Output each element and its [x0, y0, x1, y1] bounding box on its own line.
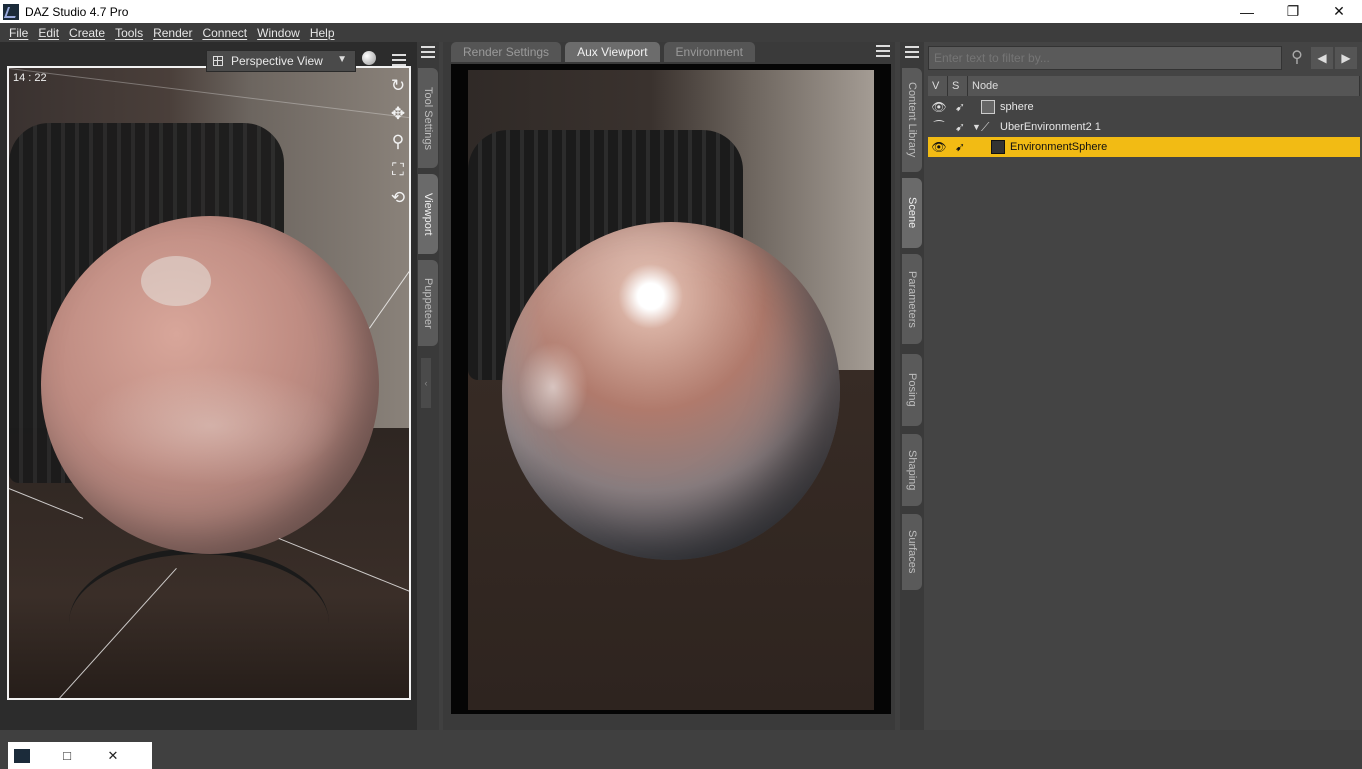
grid-icon [213, 56, 223, 66]
node-label: sphere [1000, 101, 1034, 113]
tab-shaping-label: Shaping [906, 449, 918, 491]
navigation-tools: ↻ ✥ ⚲ ⛶ ⟲ [386, 76, 410, 208]
column-node[interactable]: Node [968, 76, 1360, 96]
aux-viewport[interactable] [451, 64, 891, 714]
tab-shaping[interactable]: Shaping [902, 434, 922, 506]
back-arrow-icon[interactable]: ◀ [1311, 47, 1333, 69]
tab-aux-viewport[interactable]: Aux Viewport [565, 42, 660, 62]
eye-icon[interactable]: 👁 [931, 140, 947, 154]
menu-window[interactable]: Window [252, 26, 305, 40]
pane-menu-icon[interactable] [876, 45, 890, 57]
aux-render-view [468, 70, 874, 710]
select-arrow-icon[interactable]: ➹ [952, 120, 968, 134]
tab-parameters[interactable]: Parameters [902, 254, 922, 344]
draw-style-sphere-icon[interactable] [362, 51, 376, 65]
guide-line [369, 258, 409, 329]
scene-pane: ⚲ ◀ ▶ V S Node 👁 ➹ sphere ⁀ ➹ ▼ ⟋ UberEn… [924, 42, 1362, 730]
tab-posing[interactable]: Posing [902, 354, 922, 426]
aux-rendered-sphere [502, 222, 840, 560]
tab-puppeteer[interactable]: Puppeteer [418, 260, 438, 346]
viewport-chair-base [69, 548, 329, 698]
node-label: EnvironmentSphere [1010, 141, 1108, 153]
node-cube-icon [991, 140, 1005, 154]
daz-app-icon [14, 748, 30, 763]
tab-surfaces[interactable]: Surfaces [902, 514, 922, 590]
tab-tool-settings[interactable]: Tool Settings [418, 68, 438, 168]
reset-icon[interactable]: ⟲ [388, 188, 408, 208]
tab-scene-label: Scene [906, 197, 918, 229]
light-icon: ⟋ [981, 120, 990, 134]
node-cube-icon [981, 100, 995, 114]
chevron-down-icon: ▼ [337, 54, 347, 65]
title-bar: DAZ Studio 4.7 Pro — ❐ ✕ [0, 0, 1362, 23]
tab-scene[interactable]: Scene [902, 178, 922, 248]
tab-environment[interactable]: Environment [663, 42, 755, 62]
scene-row-sphere[interactable]: 👁 ➹ sphere [928, 97, 1360, 117]
menu-connect[interactable]: Connect [197, 26, 252, 40]
menu-help[interactable]: Help [305, 26, 340, 40]
pan-icon[interactable]: ✥ [388, 104, 408, 124]
close-button[interactable]: ✕ [90, 748, 136, 764]
orbit-icon[interactable]: ↻ [388, 76, 408, 96]
menu-edit[interactable]: Edit [33, 26, 64, 40]
tab-viewport[interactable]: Viewport [418, 174, 438, 254]
collapse-handle[interactable]: ‹ [421, 358, 431, 408]
maximize-button[interactable]: □ [44, 748, 90, 763]
viewport-sphere[interactable] [41, 216, 379, 554]
search-icon[interactable]: ⚲ [1286, 47, 1308, 69]
tab-content-library[interactable]: Content Library [902, 68, 922, 172]
menu-render[interactable]: Render [148, 26, 197, 40]
menu-create[interactable]: Create [64, 26, 110, 40]
tab-tool-settings-label: Tool Settings [422, 86, 434, 150]
close-button[interactable]: ✕ [1316, 0, 1362, 23]
pane-menu-icon[interactable] [421, 46, 435, 58]
menu-bar: File Edit Create Tools Render Connect Wi… [0, 23, 1362, 42]
perspective-view-dropdown[interactable]: Perspective View ▼ [206, 50, 356, 72]
tab-puppeteer-label: Puppeteer [422, 277, 434, 329]
main-viewport[interactable]: 14 : 22 [7, 66, 411, 700]
left-tab-strip: Tool Settings Viewport Puppeteer ‹ [417, 42, 439, 730]
center-tab-row: Render Settings Aux Viewport Environment [451, 42, 759, 62]
viewport-pane: 14 : 22 Perspective View ▼ ↻ ✥ ⚲ ⛶ ⟲ □ ✕ [0, 42, 417, 769]
eye-icon[interactable]: 👁 [931, 100, 947, 114]
column-selectable[interactable]: S [948, 76, 968, 96]
filter-input[interactable] [928, 46, 1282, 70]
menu-tools[interactable]: Tools [110, 26, 148, 40]
tab-posing-label: Posing [906, 373, 918, 407]
window-title: DAZ Studio 4.7 Pro [25, 4, 129, 19]
menu-file[interactable]: File [4, 26, 33, 40]
pane-menu-icon[interactable] [392, 54, 406, 66]
select-arrow-icon[interactable]: ➹ [952, 140, 968, 154]
node-label: UberEnvironment2 1 [1000, 121, 1101, 133]
restore-button[interactable]: ❐ [1270, 0, 1316, 23]
tab-surfaces-label: Surfaces [906, 530, 918, 574]
floating-window-stub: □ ✕ [8, 742, 152, 769]
guide-line [9, 68, 409, 119]
scene-row-uberenvironment[interactable]: ⁀ ➹ ▼ ⟋ UberEnvironment2 1 [928, 117, 1360, 137]
tab-parameters-label: Parameters [906, 270, 918, 328]
frame-icon[interactable]: ⛶ [388, 160, 408, 180]
pane-menu-icon[interactable] [905, 46, 919, 58]
perspective-view-label: Perspective View [231, 54, 323, 68]
tab-viewport-label: Viewport [422, 192, 434, 236]
column-visible[interactable]: V [928, 76, 948, 96]
tab-render-settings[interactable]: Render Settings [451, 42, 562, 62]
scene-column-header: V S Node [928, 76, 1360, 96]
select-arrow-icon[interactable]: ➹ [952, 100, 968, 114]
daz-app-icon [3, 3, 19, 20]
right-tab-strip: Content Library Scene Parameters Posing … [900, 42, 924, 730]
tab-content-library-label: Content Library [906, 82, 918, 158]
expand-triangle-icon[interactable]: ▼ [972, 122, 981, 132]
aux-viewport-pane: Render Settings Aux Viewport Environment [443, 42, 895, 730]
window-controls: — ❐ ✕ [1224, 0, 1362, 23]
scene-row-environmentsphere[interactable]: 👁 ➹ EnvironmentSphere [928, 137, 1360, 157]
timecode: 14 : 22 [13, 72, 47, 84]
scene-tree: 👁 ➹ sphere ⁀ ➹ ▼ ⟋ UberEnvironment2 1 👁 … [928, 97, 1360, 157]
minimize-button[interactable]: — [1224, 0, 1270, 23]
zoom-icon[interactable]: ⚲ [388, 132, 408, 152]
eye-closed-icon[interactable]: ⁀ [931, 120, 947, 134]
forward-arrow-icon[interactable]: ▶ [1335, 47, 1357, 69]
